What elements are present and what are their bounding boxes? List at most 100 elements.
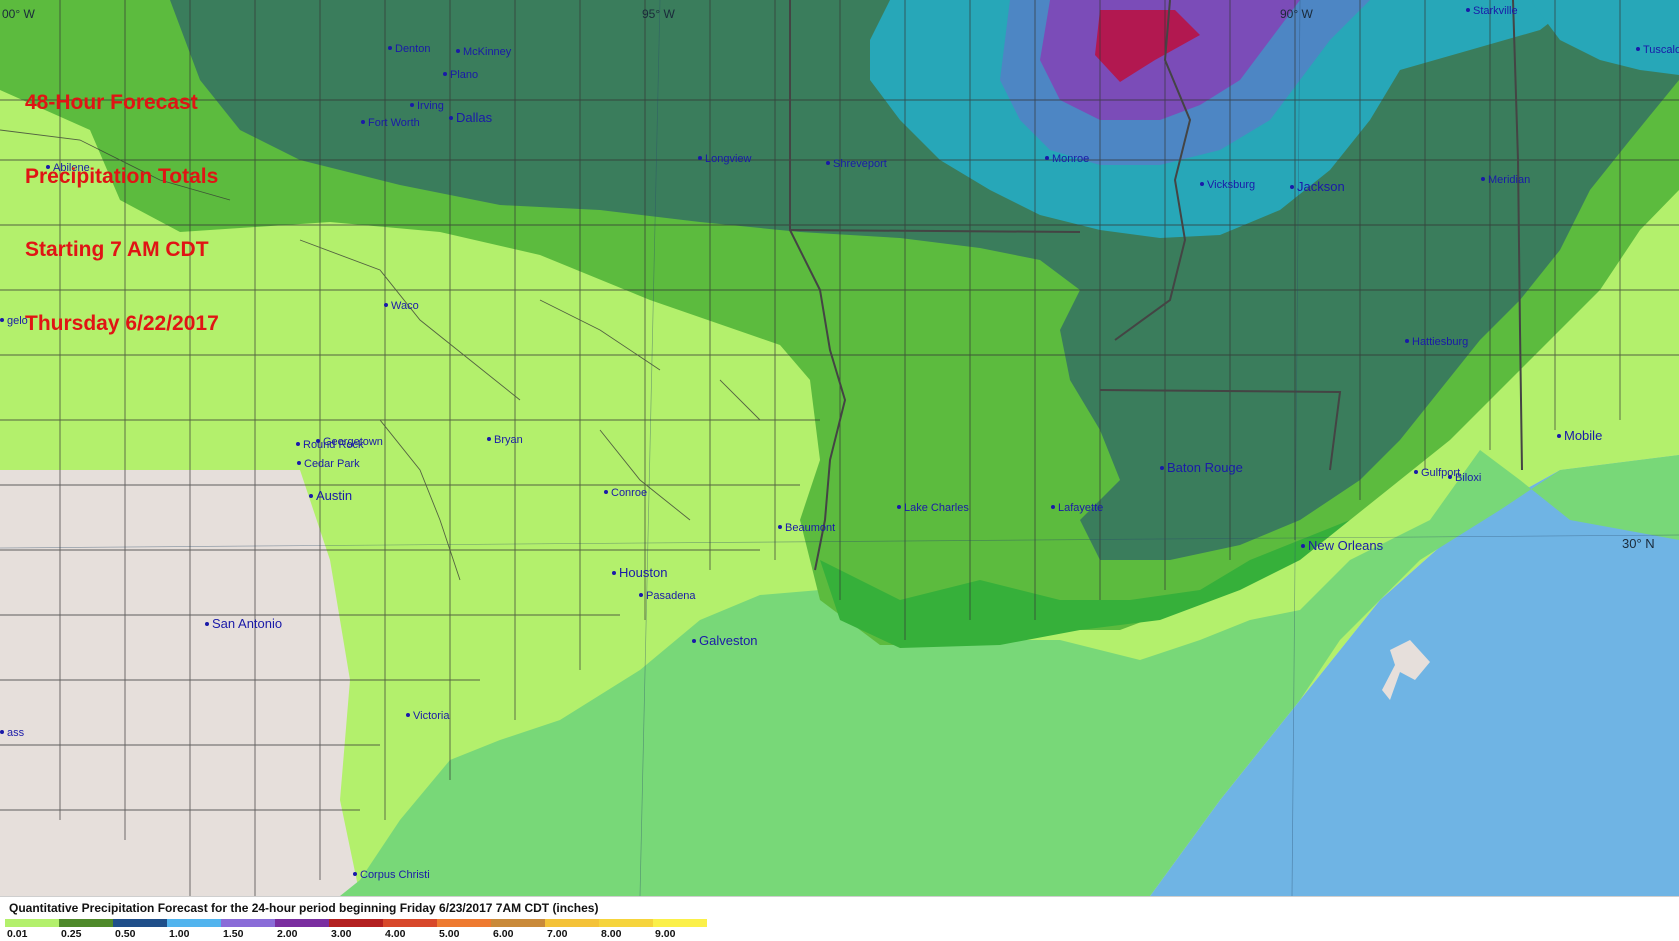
city-marker: Hattiesburg <box>1405 336 1468 348</box>
legend-swatch <box>545 919 599 927</box>
city-label: Conroe <box>611 487 647 499</box>
city-dot <box>692 639 696 643</box>
legend-swatch <box>113 919 167 927</box>
city-dot <box>1405 339 1409 343</box>
legend-label: 7.00 <box>547 928 568 940</box>
city-marker: Fort Worth <box>361 117 420 129</box>
city-marker: San Antonio <box>205 616 282 631</box>
city-label: Monroe <box>1052 153 1089 165</box>
legend-label: 4.00 <box>385 928 406 940</box>
legend-swatch <box>491 919 545 927</box>
city-marker: Mobile <box>1557 428 1602 443</box>
legend-label: 1.00 <box>169 928 190 940</box>
legend-label: 1.50 <box>223 928 244 940</box>
city-label: Shreveport <box>833 158 887 170</box>
city-marker: Lafayette <box>1051 502 1103 514</box>
city-dot <box>296 442 300 446</box>
city-marker: Austin <box>309 488 352 503</box>
city-label: Beaumont <box>785 522 835 534</box>
city-dot <box>698 156 702 160</box>
city-marker: New Orleans <box>1301 538 1384 553</box>
city-marker: Pasadena <box>639 590 696 602</box>
legend-swatch <box>221 919 275 927</box>
forecast-map: 00° W 95° W 90° W 30° N Denton McKinney Pl… <box>0 0 1679 896</box>
legend-title: Quantitative Precipitation Forecast for … <box>9 901 599 915</box>
city-marker: Baton Rouge <box>1160 460 1243 475</box>
city-dot <box>1481 177 1485 181</box>
city-label: Dallas <box>456 110 493 125</box>
city-label: Starkville <box>1473 5 1518 17</box>
city-dot <box>449 116 453 120</box>
city-marker: Dallas <box>449 110 493 125</box>
city-dot <box>1051 505 1055 509</box>
graticule-label-30n: 30° N <box>1622 536 1655 551</box>
legend-label: 6.00 <box>493 928 514 940</box>
legend-label: 9.00 <box>655 928 676 940</box>
city-label: Mobile <box>1564 428 1602 443</box>
city-label: Pasadena <box>646 590 696 602</box>
city-label: Vicksburg <box>1207 179 1255 191</box>
city-dot <box>487 437 491 441</box>
city-label: ass <box>7 727 25 739</box>
precipitation-legend: Quantitative Precipitation Forecast for … <box>0 896 1679 941</box>
city-marker: Monroe <box>1045 153 1089 165</box>
legend-swatch <box>167 919 221 927</box>
city-dot <box>353 872 357 876</box>
city-dot <box>406 713 410 717</box>
city-dot <box>384 303 388 307</box>
city-label: Houston <box>619 565 667 580</box>
city-marker: Victoria <box>406 710 450 722</box>
legend-label: 8.00 <box>601 928 622 940</box>
city-label: Cedar Park <box>304 458 360 470</box>
city-dot <box>612 571 616 575</box>
city-marker: Cedar Park <box>297 458 360 470</box>
title-line-4: Thursday 6/22/2017 <box>25 311 219 335</box>
city-label: Baton Rouge <box>1167 460 1243 475</box>
city-marker: Shreveport <box>826 158 887 170</box>
city-label: Hattiesburg <box>1412 336 1468 348</box>
city-dot <box>309 494 313 498</box>
city-label: McKinney <box>463 46 512 58</box>
city-label: Lafayette <box>1058 502 1103 514</box>
city-dot <box>604 490 608 494</box>
city-dot <box>410 103 414 107</box>
legend-swatch <box>383 919 437 927</box>
city-dot <box>1160 466 1164 470</box>
city-label: New Orleans <box>1308 538 1384 553</box>
city-label: Tuscaloo <box>1643 44 1679 56</box>
graticule-label-90w: 90° W <box>1280 7 1313 21</box>
city-marker: Lake Charles <box>897 502 969 514</box>
city-label: Fort Worth <box>368 117 420 129</box>
city-dot <box>1301 544 1305 548</box>
legend-label: 3.00 <box>331 928 352 940</box>
city-dot <box>1414 470 1418 474</box>
city-marker: Vicksburg <box>1200 179 1255 191</box>
city-dot <box>361 120 365 124</box>
city-dot <box>897 505 901 509</box>
city-dot <box>1200 182 1204 186</box>
city-dot <box>443 72 447 76</box>
title-line-1: 48-Hour Forecast <box>25 91 198 114</box>
legend-label: 0.50 <box>115 928 136 940</box>
city-marker: Jackson <box>1290 179 1345 194</box>
legend-swatch <box>653 919 707 927</box>
city-dot <box>1557 434 1561 438</box>
city-dot <box>316 439 320 443</box>
city-marker: Longview <box>698 153 752 165</box>
legend-label: 0.01 <box>7 928 28 940</box>
city-dot <box>0 318 4 322</box>
city-marker: Corpus Christi <box>353 869 430 881</box>
graticule-label-95w: 95° W <box>642 7 675 21</box>
city-label: Meridian <box>1488 174 1530 186</box>
legend-swatch <box>329 919 383 927</box>
legend-swatch <box>5 919 59 927</box>
city-label: Plano <box>450 69 478 81</box>
legend-label: 0.25 <box>61 928 82 940</box>
graticule-label-100w: 00° W <box>2 7 35 21</box>
city-dot <box>1290 185 1294 189</box>
legend-labels: 0.01 0.25 0.50 1.00 1.50 2.00 3.00 4.00 5.00 6.00… <box>5 928 707 940</box>
city-label: Biloxi <box>1455 472 1481 484</box>
city-dot <box>826 161 830 165</box>
precipitation-map: 00° W 95° W 90° W 30° N Denton McKinney Pl… <box>0 0 1679 896</box>
legend-label: 2.00 <box>277 928 298 940</box>
